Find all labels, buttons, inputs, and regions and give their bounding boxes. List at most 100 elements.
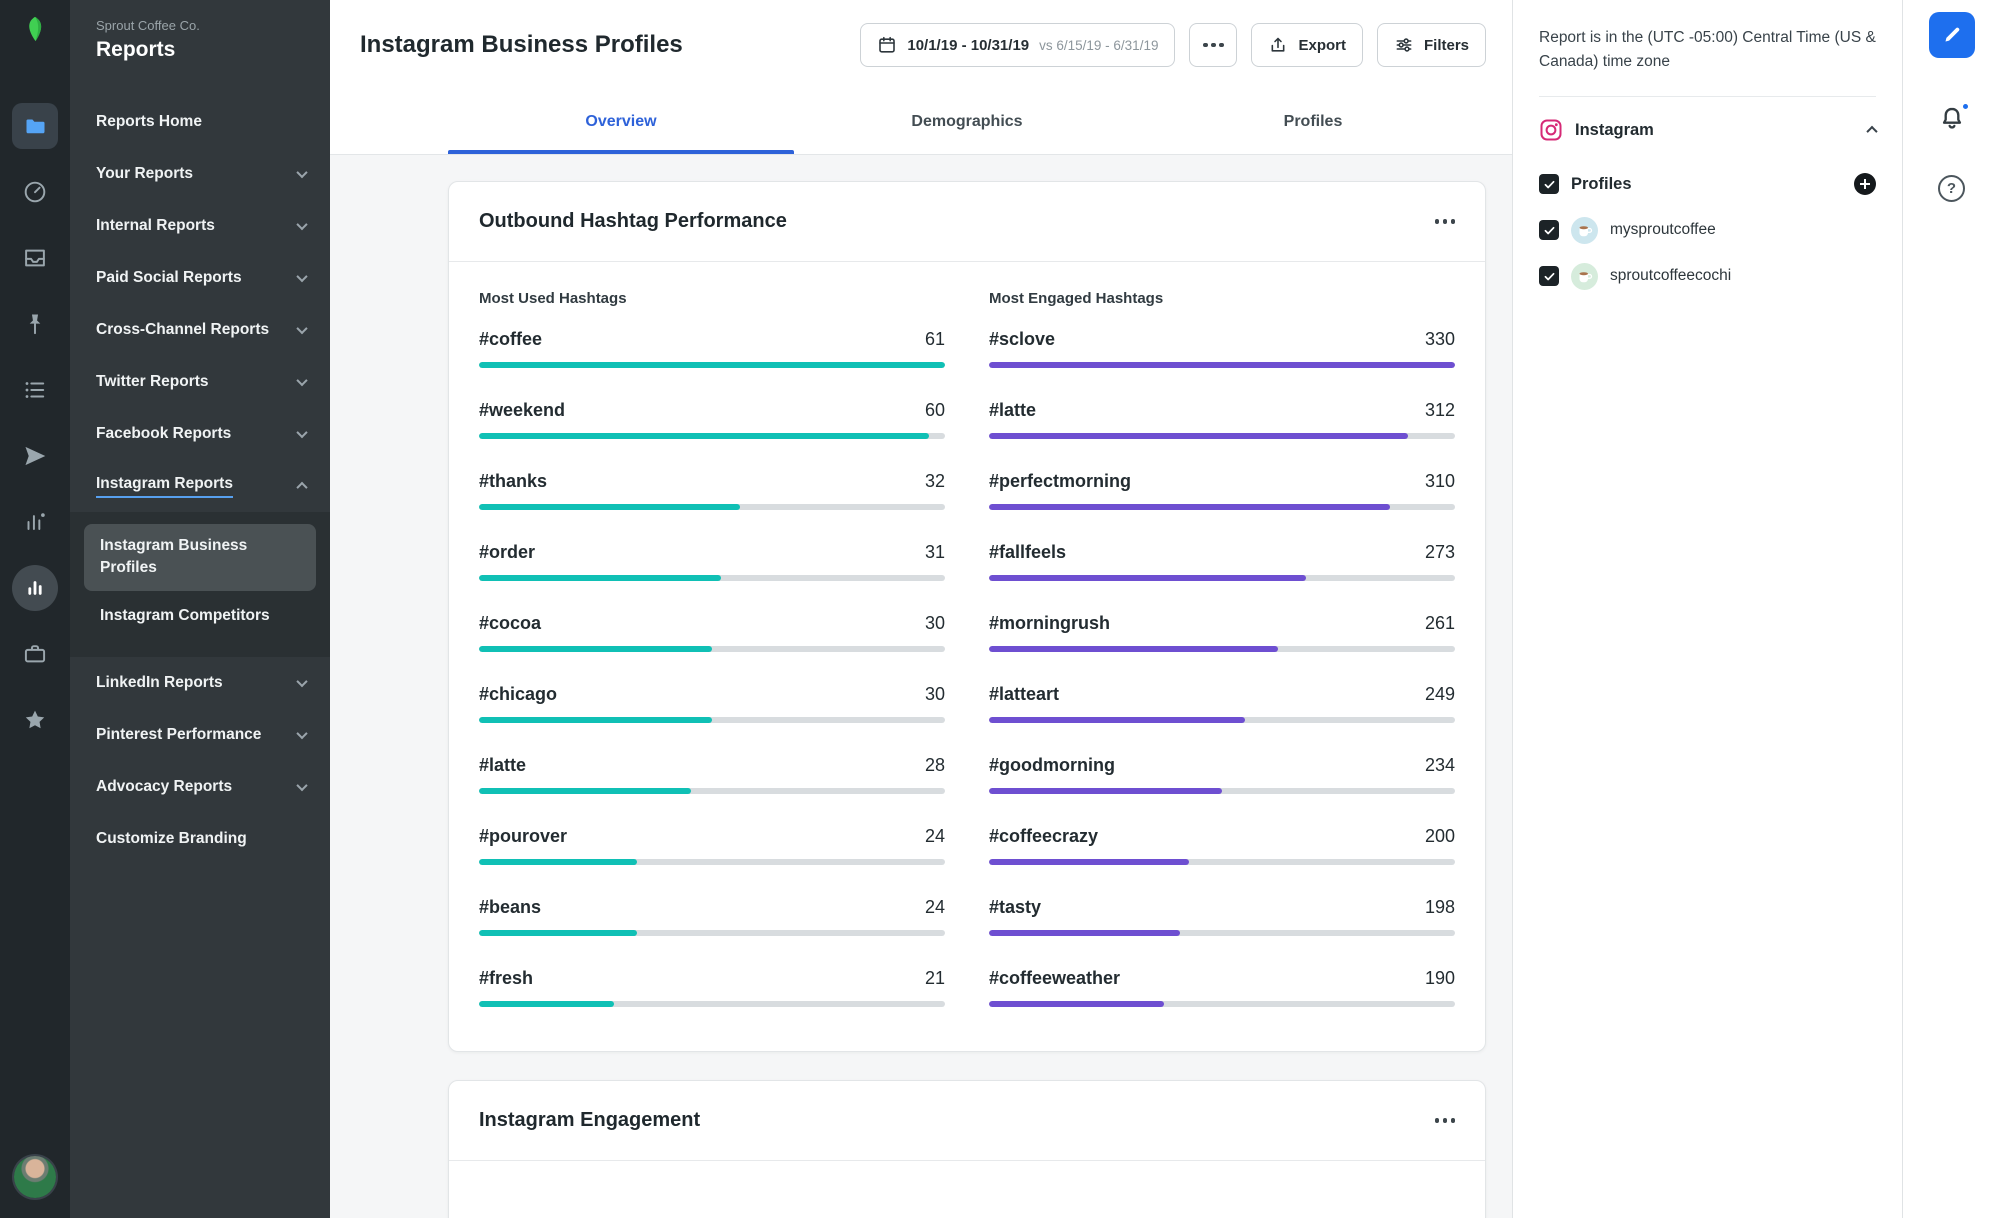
hashtag-bar-fill bbox=[479, 575, 722, 581]
sidebar-nav-item[interactable]: Internal Reports bbox=[70, 200, 330, 252]
hashtag-row: #latteart 249 bbox=[989, 684, 1455, 723]
help-button[interactable]: ? bbox=[1938, 175, 1965, 202]
sidebar-nav-item[interactable]: Twitter Reports bbox=[70, 356, 330, 408]
inbox-icon bbox=[25, 249, 45, 267]
export-button[interactable]: Export bbox=[1251, 23, 1363, 67]
sidebar-subitem[interactable]: Instagram Business Profiles bbox=[84, 524, 316, 591]
hashtag-row: #weekend 60 bbox=[479, 400, 945, 439]
report-tab[interactable]: Demographics bbox=[794, 90, 1140, 154]
sidebar-nav-item[interactable]: Pinterest Performance bbox=[70, 709, 330, 761]
profile-checkbox[interactable] bbox=[1539, 220, 1559, 241]
card-title: Outbound Hashtag Performance bbox=[479, 210, 787, 232]
report-tabs: Overview Demographics Profiles bbox=[448, 90, 1486, 154]
card-more-options-icon[interactable] bbox=[1434, 1118, 1455, 1123]
export-icon bbox=[1272, 37, 1285, 52]
report-tab[interactable]: Profiles bbox=[1140, 90, 1486, 154]
sidebar-subitem-label: Instagram Competitors bbox=[100, 606, 270, 624]
reports-sidebar: Sprout Coffee Co. Reports Reports Home Y… bbox=[70, 0, 330, 1218]
sidebar-nav-item[interactable]: Facebook Reports bbox=[70, 408, 330, 460]
sidebar-item-label: Instagram Reports bbox=[96, 475, 233, 498]
calendar-icon bbox=[879, 36, 896, 53]
hashtag-bar-fill bbox=[479, 788, 692, 794]
briefcase-icon bbox=[24, 645, 46, 663]
notification-badge bbox=[1960, 102, 1970, 111]
sidebar-nav-item[interactable]: Reports Home bbox=[70, 96, 330, 148]
date-range-button[interactable]: 10/1/19 - 10/31/19 vs 6/15/19 - 6/31/19 bbox=[860, 23, 1176, 67]
chevron-icon bbox=[296, 481, 308, 494]
card-more-options-icon[interactable] bbox=[1434, 219, 1455, 224]
tab-label: Demographics bbox=[911, 113, 1023, 130]
profiles-filter-panel: Report is in the (UTC -05:00) Central Ti… bbox=[1513, 0, 1903, 1218]
sidebar-nav-item[interactable]: Instagram Reports bbox=[70, 460, 330, 512]
most-used-hashtags-column: Most Used Hashtags #coffee 61 #weekend 6… bbox=[479, 290, 945, 1011]
profiles-checkbox[interactable] bbox=[1539, 174, 1559, 195]
coffee-cup-avatar bbox=[1571, 262, 1598, 290]
report-tab[interactable]: Overview bbox=[448, 90, 794, 154]
network-label: Instagram bbox=[1575, 120, 1654, 139]
page-title: Instagram Business Profiles bbox=[360, 31, 683, 58]
rail-item-feeds[interactable] bbox=[12, 367, 58, 413]
app-icon-rail bbox=[0, 0, 70, 1218]
instagram-network-row[interactable]: Instagram bbox=[1539, 99, 1878, 161]
report-body[interactable]: Outbound Hashtag Performance Most Used H… bbox=[330, 155, 1512, 1218]
sidebar-nav-item[interactable]: Cross-Channel Reports bbox=[70, 304, 330, 356]
sidebar-nav-item[interactable]: Your Reports bbox=[70, 148, 330, 200]
sidebar-nav-item[interactable]: LinkedIn Reports bbox=[70, 657, 330, 709]
chevron-icon bbox=[296, 270, 308, 283]
rail-item-publishing[interactable] bbox=[12, 433, 58, 479]
hashtag-value: 261 bbox=[1424, 613, 1455, 633]
sidebar-subitem[interactable]: Instagram Competitors bbox=[70, 591, 330, 641]
rail-item-inbox[interactable] bbox=[12, 235, 58, 281]
profiles-list: mysproutcoffee sproutcoffeecochi bbox=[1539, 207, 1876, 299]
add-profile-button[interactable] bbox=[1854, 173, 1876, 196]
profile-row[interactable]: sproutcoffeecochi bbox=[1539, 253, 1876, 299]
profile-row[interactable]: mysproutcoffee bbox=[1539, 207, 1876, 253]
hashtag-bar-track bbox=[479, 859, 945, 865]
hashtag-bar-fill bbox=[479, 930, 638, 936]
most-engaged-hashtags-column: Most Engaged Hashtags #sclove 330 #latte… bbox=[989, 290, 1455, 1011]
user-avatar[interactable] bbox=[14, 1156, 56, 1198]
hashtag-bar-track bbox=[989, 575, 1455, 581]
rail-item-reports[interactable] bbox=[12, 565, 58, 611]
sidebar-nav-item[interactable]: Paid Social Reports bbox=[70, 252, 330, 304]
hashtag-label: #morningrush bbox=[989, 613, 1111, 633]
hashtag-performance-card: Outbound Hashtag Performance Most Used H… bbox=[448, 181, 1486, 1052]
rail-item-folder[interactable] bbox=[12, 103, 58, 149]
sidebar-nav-item[interactable]: Advocacy Reports bbox=[70, 761, 330, 813]
hashtag-value: 61 bbox=[924, 329, 945, 349]
account-name: Sprout Coffee Co. bbox=[96, 18, 200, 33]
rail-item-dashboard[interactable] bbox=[12, 169, 58, 215]
hashtag-value: 31 bbox=[924, 542, 945, 562]
sprout-leaf-logo[interactable] bbox=[20, 14, 50, 49]
report-tabbar: Overview Demographics Profiles bbox=[330, 90, 1512, 155]
hashtag-label: #coffeeweather bbox=[989, 968, 1121, 988]
rail-item-cases[interactable] bbox=[12, 631, 58, 677]
rail-item-favorites[interactable] bbox=[12, 697, 58, 743]
pencil-icon bbox=[1945, 27, 1959, 42]
more-actions-button[interactable] bbox=[1189, 23, 1238, 67]
hashtag-label: #chicago bbox=[479, 684, 558, 704]
hashtag-bar-track bbox=[989, 1001, 1455, 1007]
hashtag-row: #order 31 bbox=[479, 542, 945, 581]
hashtag-label: #latteart bbox=[989, 684, 1060, 704]
rail-item-listening[interactable] bbox=[12, 499, 58, 545]
collapse-chevron-icon[interactable] bbox=[1866, 125, 1878, 138]
compose-button[interactable] bbox=[1928, 12, 1975, 58]
hashtag-label: #coffee bbox=[479, 329, 543, 349]
folder-icon bbox=[26, 119, 45, 134]
sidebar-nav-item[interactable]: Customize Branding bbox=[70, 813, 330, 865]
hashtag-label: #perfectmorning bbox=[989, 471, 1132, 491]
sidebar-item-label: Your Reports bbox=[96, 165, 194, 182]
hashtag-bar-fill bbox=[479, 433, 929, 439]
rail-item-pinned[interactable] bbox=[12, 301, 58, 347]
notifications-button[interactable] bbox=[1938, 102, 1970, 137]
filters-button[interactable]: Filters bbox=[1376, 23, 1486, 67]
profile-checkbox[interactable] bbox=[1539, 266, 1559, 287]
card-title: Instagram Engagement bbox=[479, 1109, 701, 1131]
hashtag-label: #beans bbox=[479, 897, 542, 917]
hashtag-bar-track bbox=[479, 504, 945, 510]
profiles-label: Profiles bbox=[1571, 174, 1632, 193]
hashtag-row: #latte 312 bbox=[989, 400, 1455, 439]
hashtag-bar-track bbox=[989, 930, 1455, 936]
hashtag-row: #beans 24 bbox=[479, 897, 945, 936]
